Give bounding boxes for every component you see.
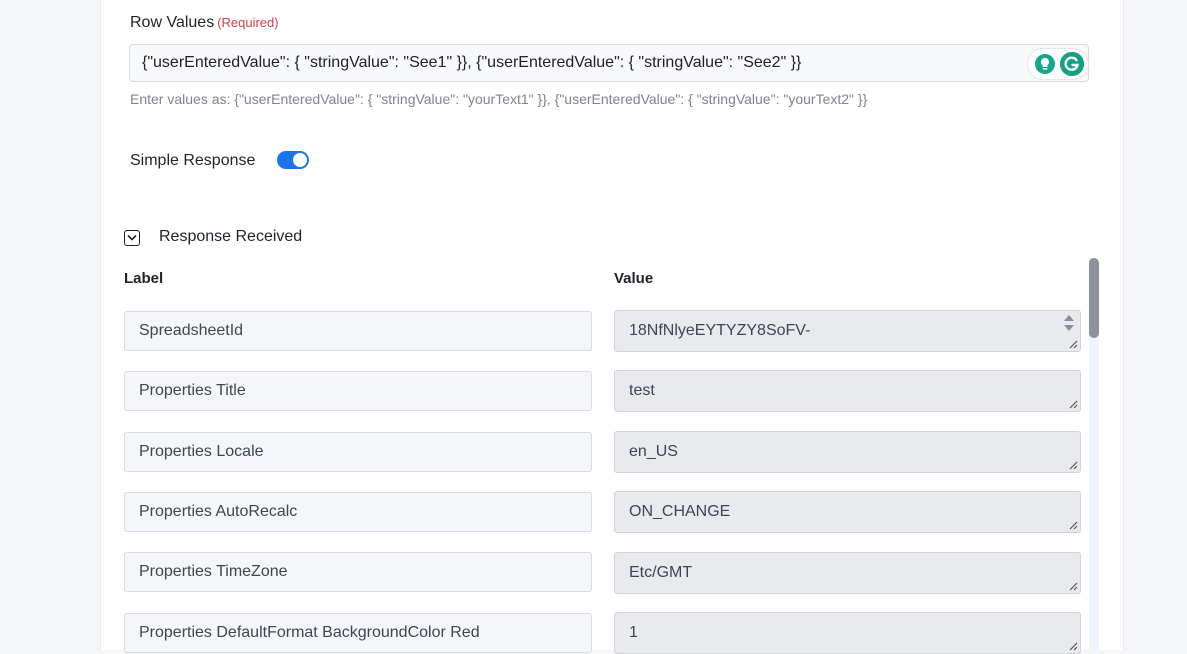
simple-response-label: Simple Response	[130, 152, 256, 169]
response-value-text: test	[629, 382, 655, 399]
response-value-field[interactable]: en_US	[614, 431, 1081, 473]
lightbulb-icon[interactable]	[1034, 53, 1056, 75]
grammarly-icon[interactable]	[1060, 52, 1084, 76]
response-value-field[interactable]: ON_CHANGE	[614, 491, 1081, 533]
response-label-text: Properties AutoRecalc	[139, 503, 298, 520]
response-label-text: SpreadsheetId	[139, 322, 244, 339]
response-label-text: Properties Title	[139, 382, 246, 399]
response-value-field[interactable]: test	[614, 370, 1081, 412]
resize-handle-icon[interactable]	[1068, 399, 1078, 409]
response-value-text: ON_CHANGE	[629, 503, 731, 520]
response-value-text: en_US	[629, 443, 678, 460]
response-label-text: Properties TimeZone	[139, 563, 288, 580]
response-label-field[interactable]: SpreadsheetId	[124, 311, 592, 351]
toggle-knob	[293, 153, 307, 167]
response-value-field[interactable]: 1	[614, 612, 1081, 654]
resize-handle-icon[interactable]	[1068, 460, 1078, 470]
simple-response-toggle[interactable]	[277, 151, 309, 169]
spinner-icon[interactable]	[1059, 312, 1079, 334]
label-column-header: Label	[124, 270, 164, 287]
resize-handle-icon[interactable]	[1068, 520, 1078, 530]
response-label-text: Properties Locale	[139, 443, 264, 460]
row-values-value: {"userEnteredValue": { "stringValue": "S…	[142, 54, 802, 71]
response-value-text: 1	[629, 624, 638, 641]
response-value-field[interactable]: Etc/GMT	[614, 552, 1081, 594]
required-indicator: (Required)	[217, 15, 279, 30]
chevron-down-icon[interactable]	[124, 230, 140, 246]
scrollbar-thumb[interactable]	[1089, 258, 1099, 338]
grammarly-widget[interactable]	[1028, 49, 1088, 79]
response-label-field[interactable]: Properties Title	[124, 371, 592, 411]
row-values-input[interactable]: {"userEnteredValue": { "stringValue": "S…	[129, 44, 1089, 82]
response-received-title: Response Received	[159, 228, 303, 245]
row-values-label-text: Row Values	[130, 14, 215, 31]
response-label-field[interactable]: Properties AutoRecalc	[124, 492, 592, 532]
response-value-text: Etc/GMT	[629, 564, 693, 581]
resize-handle-icon[interactable]	[1068, 339, 1078, 349]
form-card: Row Values (Required) {"userEnteredValue"…	[100, 0, 1124, 654]
response-value-text: 18NfNlyeEYTYZY8SoFV-	[629, 322, 811, 339]
value-column-header: Value	[614, 270, 654, 287]
response-label-field[interactable]: Properties DefaultFormat BackgroundColor…	[124, 613, 592, 653]
response-label-text: Properties DefaultFormat BackgroundColor…	[139, 624, 480, 641]
row-values-label: Row Values (Required)	[130, 14, 279, 32]
row-values-hint: Enter values as: {"userEnteredValue": { …	[130, 91, 868, 107]
response-label-field[interactable]: Properties Locale	[124, 432, 592, 472]
resize-handle-icon[interactable]	[1068, 581, 1078, 591]
response-value-field[interactable]: 18NfNlyeEYTYZY8SoFV-	[614, 310, 1081, 352]
response-label-field[interactable]: Properties TimeZone	[124, 552, 592, 592]
